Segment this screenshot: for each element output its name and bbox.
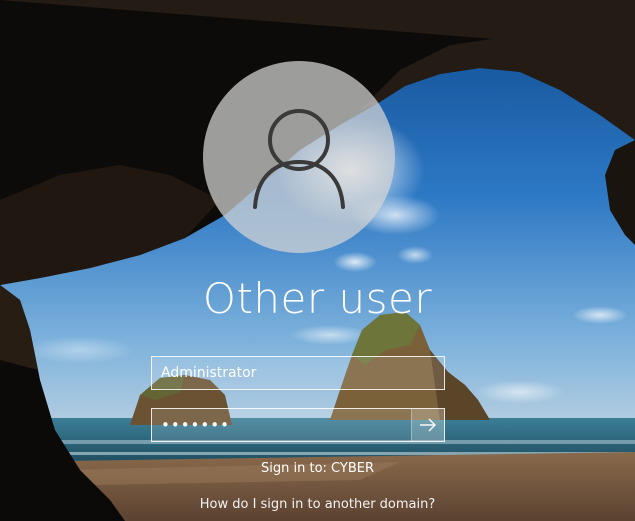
password-field-container[interactable] [151, 408, 445, 442]
submit-button[interactable] [411, 409, 444, 441]
user-silhouette-icon [253, 109, 345, 209]
password-input[interactable] [152, 409, 414, 441]
arrow-right-icon [420, 418, 436, 432]
sign-in-domain-text: Sign in to: CYBER [261, 461, 374, 476]
username-input[interactable] [152, 357, 444, 389]
username-field-container[interactable] [151, 356, 445, 390]
user-display-name: Other user [202, 274, 433, 323]
another-domain-help-link[interactable]: How do I sign in to another domain? [0, 497, 635, 512]
lock-screen: Other user Sign in to: CYBER How do I si… [0, 0, 635, 521]
user-avatar [203, 61, 395, 253]
